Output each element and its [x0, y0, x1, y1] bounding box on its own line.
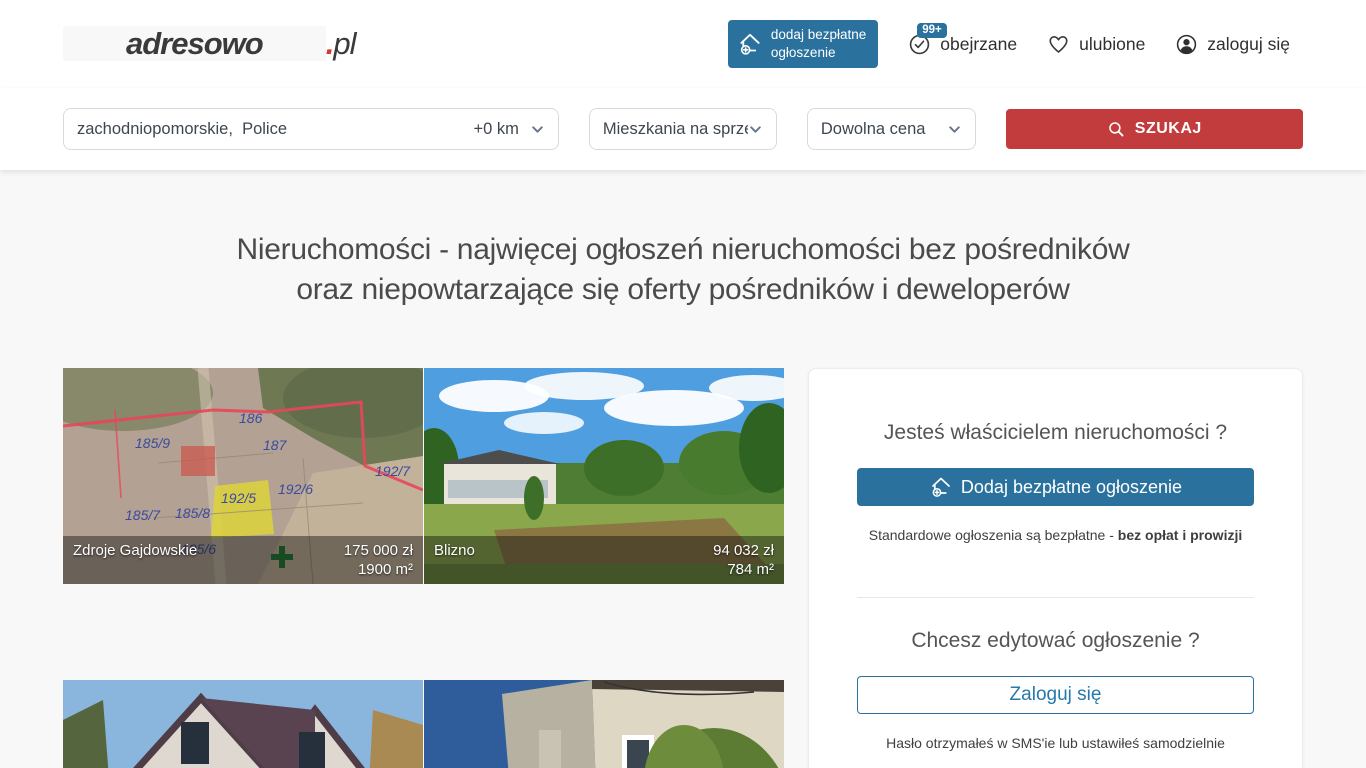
header-actions: dodaj bezpłatne ogłoszenie 99+ obejrzane… — [728, 20, 1290, 67]
svg-text:185/8: 185/8 — [175, 505, 210, 521]
viewed-link[interactable]: 99+ obejrzane — [908, 33, 1017, 56]
svg-text:192/6: 192/6 — [278, 481, 313, 497]
listing-photo-house — [63, 680, 423, 768]
user-circle-icon — [1175, 33, 1198, 56]
listing-name: Blizno — [434, 541, 713, 584]
search-icon — [1107, 120, 1126, 139]
chevron-down-icon — [748, 122, 763, 137]
category-select[interactable]: Mieszkania na sprzeda — [589, 108, 777, 150]
edit-note: Hasło otrzymałeś w SMS'ie lub ustawiłeś … — [857, 735, 1254, 751]
listings-grid: 186 187 185/9 192/5 192/6 192/7 185/7 18… — [63, 368, 784, 768]
listing-overlay: Zdroje Gajdowskie 175 000 zł 1900 m² — [63, 536, 423, 584]
listing-overlay: Blizno 94 032 zł 784 m² — [424, 536, 784, 584]
owner-note: Standardowe ogłoszenia są bezpłatne - be… — [857, 527, 1254, 543]
login-label: zaloguj się — [1207, 34, 1290, 55]
location-value: zachodniopomorskie, Police — [77, 120, 473, 139]
listing-area: 784 m² — [713, 560, 774, 579]
add-listing-sidebar-button[interactable]: Dodaj bezpłatne ogłoszenie — [857, 468, 1254, 506]
viewed-label: obejrzane — [940, 34, 1017, 55]
page-title-line2: oraz niepowtarzające się oferty pośredni… — [63, 270, 1303, 310]
logo-text-tld: pl — [333, 26, 355, 61]
listing-price: 175 000 zł — [344, 541, 413, 560]
edit-title: Chcesz edytować ogłoszenie ? — [857, 629, 1254, 653]
listing-photo-building — [424, 680, 784, 768]
site-logo[interactable]: adresowo.pl — [63, 26, 355, 62]
svg-text:192/7: 192/7 — [375, 463, 411, 479]
heart-icon — [1047, 33, 1070, 56]
listing-area: 1900 m² — [344, 560, 413, 579]
svg-text:192/5: 192/5 — [221, 490, 256, 506]
add-listing-sidebar-label: Dodaj bezpłatne ogłoszenie — [961, 477, 1182, 498]
listing-tile[interactable]: Blizno 94 032 zł 784 m² — [424, 368, 784, 584]
favorites-label: ulubione — [1079, 34, 1145, 55]
page-title-line1: Nieruchomości - najwięcej ogłoszeń nieru… — [63, 230, 1303, 270]
owner-section: Jesteś właścicielem nieruchomości ? Doda… — [809, 369, 1302, 598]
search-button-label: SZUKAJ — [1135, 120, 1202, 138]
listing-price-area: 175 000 zł 1900 m² — [344, 541, 413, 584]
owner-panel: Jesteś właścicielem nieruchomości ? Doda… — [808, 368, 1303, 768]
add-listing-button[interactable]: dodaj bezpłatne ogłoszenie — [728, 20, 878, 67]
listing-tile[interactable]: Pyki, ul. Graniczna 370 000 zł — [424, 680, 784, 768]
edit-section: Chcesz edytować ogłoszenie ? Zaloguj się… — [809, 598, 1302, 751]
add-listing-label: dodaj bezpłatne ogłoszenie — [771, 26, 866, 61]
login-sidebar-label: Zaloguj się — [1010, 684, 1102, 706]
house-plus-icon — [929, 475, 953, 499]
svg-text:187: 187 — [263, 437, 288, 453]
listing-tile[interactable]: Zakrzewo Kościelne 1 250 000 zł — [63, 680, 423, 768]
listing-tile[interactable]: 186 187 185/9 192/5 192/6 192/7 185/7 18… — [63, 368, 423, 584]
search-button[interactable]: SZUKAJ — [1006, 109, 1303, 149]
svg-text:186: 186 — [239, 410, 263, 426]
header: adresowo.pl dodaj bezpłatne ogłoszenie — [0, 0, 1366, 88]
check-circle-icon: 99+ — [908, 33, 931, 56]
location-input[interactable]: zachodniopomorskie, Police +0 km — [63, 108, 559, 150]
price-value: Dowolna cena — [821, 120, 926, 139]
page-title: Nieruchomości - najwięcej ogłoszeń nieru… — [63, 170, 1303, 310]
category-value: Mieszkania na sprzeda — [603, 120, 748, 139]
svg-text:185/9: 185/9 — [135, 435, 170, 451]
listing-name: Zdroje Gajdowskie — [73, 541, 344, 584]
logo-text-main: adresowo — [63, 26, 326, 61]
listing-price: 94 032 zł — [713, 541, 774, 560]
main-content: Nieruchomości - najwięcej ogłoszeń nieru… — [0, 170, 1366, 768]
house-plus-icon — [737, 31, 763, 57]
login-link[interactable]: zaloguj się — [1175, 33, 1290, 56]
svg-text:185/7: 185/7 — [125, 507, 161, 523]
listing-price-area: 94 032 zł 784 m² — [713, 541, 774, 584]
login-sidebar-button[interactable]: Zaloguj się — [857, 676, 1254, 714]
owner-title: Jesteś właścicielem nieruchomości ? — [857, 421, 1254, 445]
viewed-count-badge: 99+ — [917, 23, 947, 38]
favorites-link[interactable]: ulubione — [1047, 33, 1145, 56]
chevron-down-icon — [530, 122, 545, 137]
chevron-down-icon — [947, 122, 962, 137]
radius-value: +0 km — [473, 120, 518, 139]
price-select[interactable]: Dowolna cena — [807, 108, 976, 150]
search-bar: zachodniopomorskie, Police +0 km Mieszka… — [0, 88, 1366, 170]
